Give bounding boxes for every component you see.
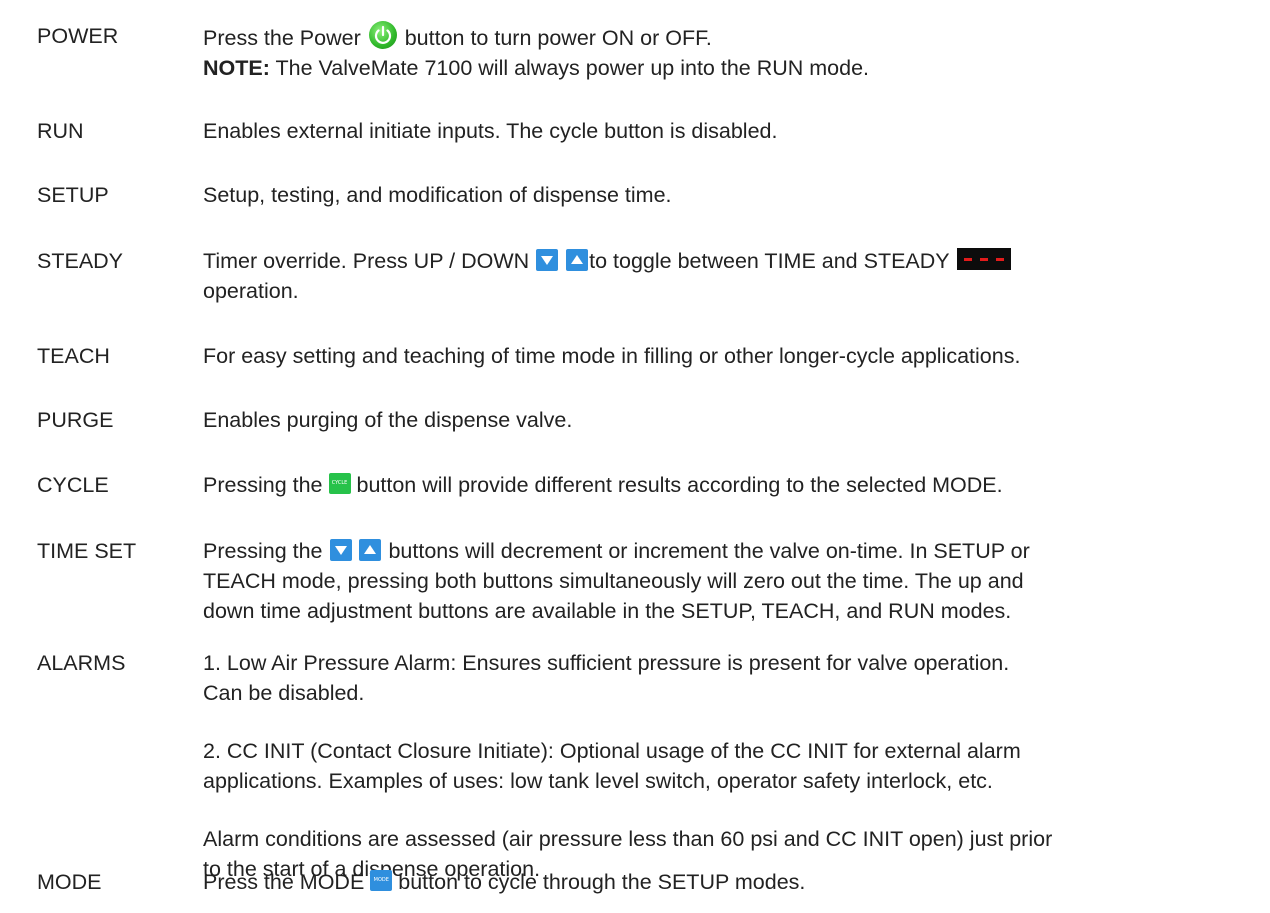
term-purge: PURGE [37, 408, 114, 432]
timeset-text-2: buttons will decrement or increment the … [388, 539, 1030, 563]
desc-cycle: Pressing the CYCLE button will provide d… [203, 470, 1253, 500]
desc-teach: For easy setting and teaching of time mo… [203, 344, 1021, 368]
mode-text-1: Press the MODE [203, 870, 365, 894]
term-alarms: ALARMS [37, 651, 126, 675]
power-text-2: button to turn power ON or OFF. [404, 26, 712, 50]
alarm-2-line-1: 2. CC INIT (Contact Closure Initiate): O… [203, 739, 1021, 763]
cycle-text-2: button will provide different results ac… [356, 473, 1003, 497]
steady-text-3: operation. [203, 279, 299, 303]
up-arrow-icon [359, 539, 382, 561]
note-text: The ValveMate 7100 will always power up … [275, 56, 870, 80]
mode-text-2: button to cycle through the SETUP modes. [398, 870, 806, 894]
desc-purge: Enables purging of the dispense valve. [203, 408, 573, 432]
term-steady: STEADY [37, 249, 124, 273]
mode-button-icon: MODE [370, 870, 393, 891]
steady-text-2: to toggle between TIME and STEADY [589, 249, 950, 273]
down-arrow-icon [536, 249, 559, 271]
timeset-text-4: down time adjustment buttons are availab… [203, 599, 1012, 623]
timeset-text-3: TEACH mode, pressing both buttons simult… [203, 569, 1024, 593]
alarm-1-line-2: Can be disabled. [203, 681, 365, 705]
term-cycle: CYCLE [37, 473, 109, 497]
up-arrow-icon [566, 249, 589, 271]
term-run: RUN [37, 119, 84, 143]
desc-mode: Press the MODE MODE button to cycle thro… [203, 867, 1253, 897]
desc-setup: Setup, testing, and modification of disp… [203, 183, 672, 207]
note-label: NOTE: [203, 56, 270, 80]
cycle-button-icon: CYCLE [328, 473, 351, 494]
timeset-text-1: Pressing the [203, 539, 323, 563]
desc-time-set: Pressing the buttons will decrement or i… [203, 536, 1253, 626]
term-teach: TEACH [37, 344, 110, 368]
steady-display-icon [957, 248, 1012, 270]
steady-text-1: Timer override. Press UP / DOWN [203, 249, 530, 273]
term-mode: MODE [37, 870, 102, 894]
term-power: POWER [37, 24, 119, 48]
term-setup: SETUP [37, 183, 109, 207]
alarm-3-line-1: Alarm conditions are assessed (air press… [203, 827, 1053, 851]
alarm-2-line-2: applications. Examples of uses: low tank… [203, 769, 993, 793]
alarm-1-line-1: 1. Low Air Pressure Alarm: Ensures suffi… [203, 651, 1010, 675]
power-text-1: Press the Power [203, 26, 361, 50]
desc-run: Enables external initiate inputs. The cy… [203, 119, 778, 143]
term-time-set: TIME SET [37, 539, 137, 563]
desc-alarms: 1. Low Air Pressure Alarm: Ensures suffi… [203, 648, 1253, 884]
down-arrow-icon [329, 539, 352, 561]
power-icon [368, 21, 397, 49]
desc-steady: Timer override. Press UP / DOWN to toggl… [203, 246, 1253, 306]
desc-power: Press the Power button to turn power ON … [203, 21, 1253, 83]
cycle-text-1: Pressing the [203, 473, 323, 497]
